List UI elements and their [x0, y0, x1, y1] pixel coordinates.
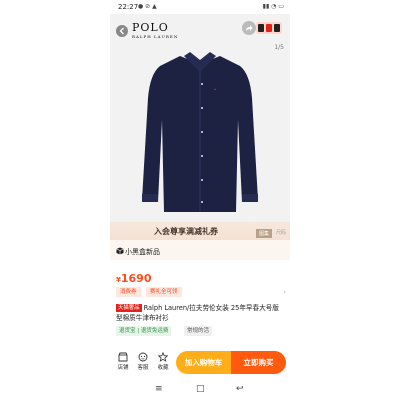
- status-bar: 22:27 ● ⊘ ▲ ▮▮ ◔ ▭: [110, 0, 290, 14]
- nav-favorite-label: 收藏: [157, 365, 169, 371]
- status-time: 22:27: [118, 3, 139, 11]
- back-icon[interactable]: ↩: [236, 384, 244, 394]
- promo-text: 入会尊享满减礼券: [154, 227, 218, 236]
- store-icon: [118, 352, 128, 362]
- product-shirt-image: [142, 52, 258, 212]
- coupon-row[interactable]: 消费券 赛礼全可领 ›: [116, 287, 286, 299]
- nav-favorite[interactable]: 收藏: [152, 352, 174, 371]
- nav-customer-service-label: 客服: [137, 365, 149, 371]
- brand-logo: POLO RALPH LAUREN: [132, 21, 179, 39]
- menu-icon[interactable]: ≡: [155, 384, 163, 394]
- new-arrival-label: 小黑盒新品: [125, 248, 160, 256]
- image-counter: 1/5: [274, 44, 284, 51]
- product-image-gallery[interactable]: POLO RALPH LAUREN 1/5: [110, 14, 290, 222]
- tab-gallery[interactable]: 图集: [255, 229, 272, 238]
- box-icon: [116, 247, 124, 255]
- share-icon[interactable]: [242, 21, 256, 35]
- buy-now-button[interactable]: 立即购买: [231, 351, 286, 374]
- service-tags: 退货宝 | 退货免运费 常规的活: [116, 326, 286, 337]
- product-title-block: 天猫奢品 Ralph Lauren/拉夫劳伦女装 25年早春大号版型棉质牛津布衬衫: [116, 303, 284, 323]
- store-badge: 天猫奢品: [116, 304, 142, 312]
- add-to-cart-button[interactable]: 加入购物车: [176, 351, 231, 374]
- customer-service-icon: [138, 352, 148, 362]
- coupon-chip[interactable]: 消费券: [116, 287, 141, 297]
- service-tag: 退货宝 | 退货免运费: [116, 326, 172, 336]
- price: ¥1690: [116, 267, 152, 286]
- status-system-icons: ▮▮ ◔ ▭: [262, 3, 284, 10]
- price-value: 1690: [120, 272, 152, 285]
- member-promo-banner[interactable]: 入会尊享满减礼券 图集 尺码: [110, 222, 290, 240]
- tab-size[interactable]: 尺码: [276, 229, 286, 236]
- service-tag: 常规的活: [184, 326, 213, 336]
- new-arrival-row[interactable]: 小黑盒新品: [110, 240, 290, 260]
- coupon-chip[interactable]: 赛礼全可领: [146, 287, 182, 297]
- bottom-action-bar: 店铺 客服 收藏 加入购物车 立即购买: [110, 349, 290, 379]
- chevron-right-icon[interactable]: ›: [283, 288, 286, 296]
- star-icon: [158, 352, 168, 362]
- system-nav-bar: ≡ □ ↩: [110, 380, 290, 400]
- back-arrow-icon[interactable]: [116, 22, 128, 37]
- phone-screen: 22:27 ● ⊘ ▲ ▮▮ ◔ ▭ POLO RALPH LAUREN 1/5: [110, 0, 290, 400]
- nav-store[interactable]: 店铺: [112, 352, 134, 371]
- promo-sticker-icon[interactable]: [256, 20, 282, 36]
- status-notification-icons: ● ⊘ ▲: [138, 3, 157, 10]
- home-icon[interactable]: □: [196, 384, 205, 394]
- nav-customer-service[interactable]: 客服: [132, 352, 154, 371]
- nav-store-label: 店铺: [117, 365, 129, 371]
